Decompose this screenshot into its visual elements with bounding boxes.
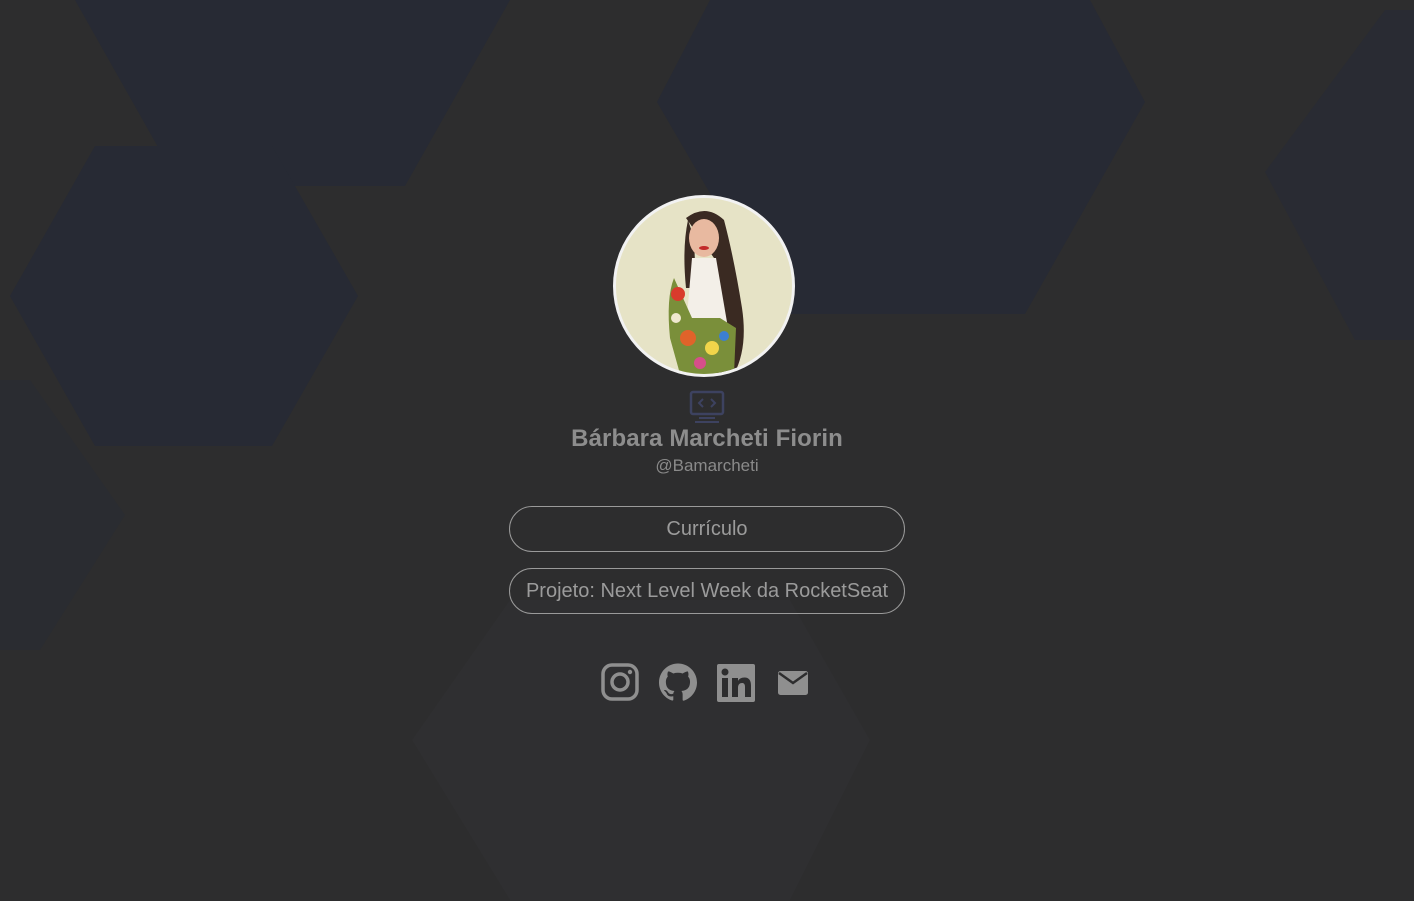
instagram-icon[interactable] <box>600 662 640 702</box>
nlw-project-button[interactable]: Projeto: Next Level Week da RocketSeat <box>509 568 905 614</box>
profile-avatar <box>613 195 795 377</box>
profile-name: Bárbara Marcheti Fiorin <box>571 425 843 452</box>
profile-page: Bárbara Marcheti Fiorin @Bamarcheti Curr… <box>0 0 1414 901</box>
curriculo-button-label: Currículo <box>666 517 748 540</box>
linkedin-icon[interactable] <box>716 662 756 702</box>
computer-code-icon <box>689 390 725 423</box>
github-icon[interactable] <box>658 662 698 702</box>
curriculo-button[interactable]: Currículo <box>509 506 905 552</box>
nlw-project-button-label: Projeto: Next Level Week da RocketSeat <box>525 579 889 602</box>
mail-icon[interactable] <box>773 662 813 702</box>
profile-handle: @Bamarcheti <box>655 456 759 475</box>
